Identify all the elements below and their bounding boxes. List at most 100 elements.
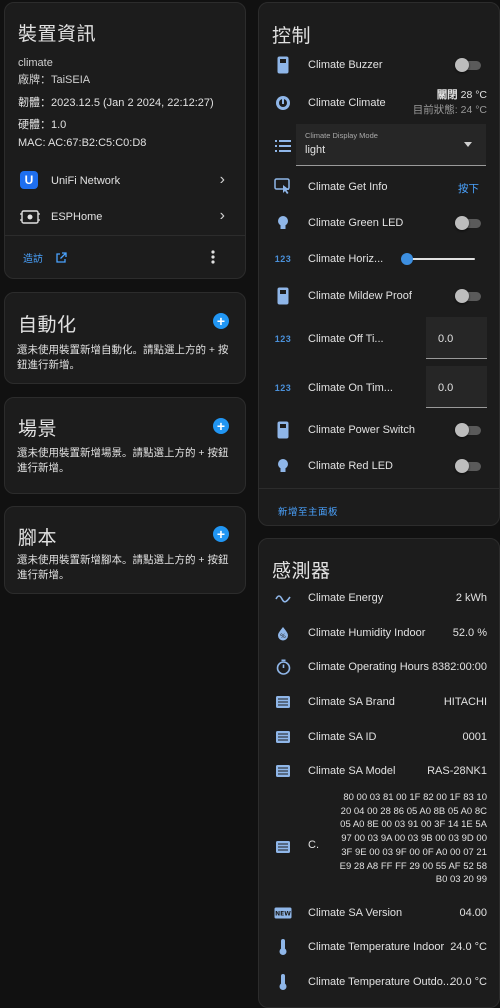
brand-label: Climate SA Brand (308, 696, 395, 708)
air-conditioner-icon (273, 837, 293, 857)
thermometer-icon (273, 937, 293, 957)
display-mode-select[interactable]: Climate Display Mode light (296, 124, 486, 166)
control-row-get-info: Climate Get Info 按下 (259, 175, 499, 199)
raw-value: 80 00 03 81 00 1F 82 00 1F 83 10 20 04 0… (340, 791, 487, 887)
device-manufacturer: 廠牌：TaiSEIA (18, 74, 91, 86)
add-automation-icon[interactable]: + (213, 313, 229, 329)
hours-value: 8382:00:00 (431, 661, 487, 673)
script-empty-text: 還未使用裝置新增腳本。請點選上方的 + 按鈕進行新增。 (17, 554, 229, 581)
dropdown-arrow-icon (464, 142, 472, 147)
humidity-label: Climate Humidity Indoor (308, 627, 426, 639)
temp-outdoor-value: 20.0 °C (450, 976, 487, 988)
chevron-right-icon: › (219, 171, 225, 188)
svg-text:%: % (280, 633, 286, 640)
sensors-title: 感測器 (272, 561, 331, 582)
control-row-horiz: 123 Climate Horiz... (259, 247, 499, 271)
esphome-label: ESPHome (51, 211, 103, 223)
add-scene-icon[interactable]: + (213, 418, 229, 434)
sensor-row-temp-outdoor[interactable]: Climate Temperature Outdo... 20.0 °C (259, 972, 499, 992)
power-label: Climate Power Switch (308, 424, 415, 436)
scene-card: 場景 + 還未使用裝置新增場景。請點選上方的 + 按鈕進行新增。 (4, 397, 246, 494)
more-options-icon[interactable] (211, 250, 215, 264)
sensors-card: 感測器 Climate Energy 2 kWh % Climate Humid… (258, 538, 500, 1008)
lightbulb-icon (273, 213, 293, 233)
device-info-card: 裝置資訊 climate 廠牌：TaiSEIA 韌體：2023.12.5 (Ja… (4, 2, 246, 279)
temp-indoor-label: Climate Temperature Indoor (308, 941, 445, 953)
control-card: 控制 Climate Buzzer Climate Climate 關閉 28 … (258, 2, 500, 526)
automation-empty-text: 還未使用裝置新增自動化。請點選上方的 + 按鈕進行新增。 (17, 344, 229, 371)
sensor-row-sa-model[interactable]: Climate SA Model RAS-28NK1 (259, 761, 499, 781)
device-mac: MAC: AC:67:B2:C5:C0:D8 (18, 137, 147, 149)
green-led-toggle[interactable] (455, 216, 483, 230)
unifi-network-link[interactable]: U UniFi Network › (5, 166, 245, 198)
sensor-row-sa-version[interactable]: NEW Climate SA Version 04.00 (259, 903, 499, 923)
control-row-on-timer: 123 Climate On Tim... 0.0 (259, 366, 499, 408)
climate-state: 關閉 28 °C (437, 87, 487, 102)
climate-label: Climate Climate (308, 97, 386, 109)
scene-empty-text: 還未使用裝置新增場景。請點選上方的 + 按鈕進行新增。 (17, 447, 229, 474)
horiz-slider-track (403, 258, 475, 260)
control-row-display-mode: Climate Display Mode light (259, 124, 499, 166)
air-conditioner-icon (273, 761, 293, 781)
device-hardware: 硬體：1.0 (18, 119, 67, 131)
svg-text:NEW: NEW (275, 911, 291, 918)
get-info-press-button[interactable]: 按下 (458, 181, 479, 196)
device-firmware: 韌體：2023.12.5 (Jan 2 2024, 22:12:27) (18, 97, 214, 109)
green-led-label: Climate Green LED (308, 217, 404, 229)
script-card: 腳本 + 還未使用裝置新增腳本。請點選上方的 + 按鈕進行新增。 (4, 506, 246, 594)
sensor-row-energy[interactable]: Climate Energy 2 kWh (259, 588, 499, 608)
add-script-icon[interactable]: + (213, 526, 229, 542)
control-title: 控制 (272, 26, 312, 47)
raw-value-line: 3F 9E 00 03 9F 00 0F A0 00 07 21 (341, 846, 487, 858)
sensor-row-humidity[interactable]: % Climate Humidity Indoor 52.0 % (259, 623, 499, 643)
climate-mode: 關閉 (436, 89, 458, 101)
air-conditioner-icon (273, 692, 293, 712)
on-timer-input[interactable]: 0.0 (426, 366, 487, 408)
raw-value-line: 20 04 00 28 86 05 A0 8B 05 A0 8C (340, 805, 487, 817)
control-row-buzzer: Climate Buzzer (259, 53, 499, 77)
red-led-label: Climate Red LED (308, 460, 393, 472)
number-icon: 123 (274, 383, 292, 393)
add-to-dashboard-button[interactable]: 新增至主面板 (278, 504, 338, 518)
raw-value-line: B0 03 20 99 (435, 874, 487, 886)
sensor-row-temp-indoor[interactable]: Climate Temperature Indoor 24.0 °C (259, 937, 499, 957)
sensor-row-hours[interactable]: Climate Operating Hours 8382:00:00 (259, 657, 499, 677)
off-timer-value: 0.0 (438, 333, 454, 345)
control-row-climate[interactable]: Climate Climate 關閉 28 °C 目前狀態: 24 °C (259, 87, 499, 119)
remote-icon (273, 420, 293, 440)
sensor-row-sa-id[interactable]: Climate SA ID 0001 (259, 727, 499, 747)
automation-card: 自動化 + 還未使用裝置新增自動化。請點選上方的 + 按鈕進行新增。 (4, 292, 246, 384)
red-led-toggle[interactable] (455, 459, 483, 473)
button-press-icon (273, 177, 293, 197)
esphome-icon (20, 210, 40, 224)
sensor-row-raw[interactable]: C. 80 00 03 81 00 1F 82 00 1F 83 10 20 0… (259, 791, 499, 905)
device-model: climate (18, 57, 53, 69)
control-row-off-timer: 123 Climate Off Ti... 0.0 (259, 317, 499, 359)
control-row-mildew: Climate Mildew Proof (259, 284, 499, 308)
visit-link[interactable]: 造訪 (23, 250, 67, 265)
divider (259, 488, 499, 489)
sa-model-label: Climate SA Model (308, 765, 396, 777)
esphome-link[interactable]: ESPHome › (5, 202, 245, 234)
horiz-slider[interactable] (401, 253, 475, 265)
off-timer-label: Climate Off Ti... (308, 333, 384, 345)
raw-value-line: E9 28 A8 FF FF 29 00 55 AF 52 58 (339, 860, 487, 872)
raw-value-line: 97 00 03 9A 00 03 9B 00 03 9D 00 (341, 833, 487, 845)
sa-model-value: RAS-28NK1 (427, 765, 487, 777)
humidity-value: 52.0 % (452, 627, 487, 639)
sensor-row-brand[interactable]: Climate SA Brand HITACHI (259, 692, 499, 712)
brand-value: HITACHI (443, 696, 487, 708)
remote-icon (273, 55, 293, 75)
horiz-slider-thumb[interactable] (401, 253, 413, 265)
chevron-right-icon: › (219, 207, 225, 224)
buzzer-toggle[interactable] (455, 58, 483, 72)
lightbulb-icon (273, 456, 293, 476)
sa-version-value: 04.00 (459, 907, 487, 919)
temp-indoor-value: 24.0 °C (450, 941, 487, 953)
automation-title: 自動化 (18, 315, 77, 336)
off-timer-input[interactable]: 0.0 (426, 317, 487, 359)
number-icon: 123 (274, 334, 292, 344)
power-toggle[interactable] (455, 423, 483, 437)
mildew-toggle[interactable] (455, 289, 483, 303)
on-timer-label: Climate On Tim... (308, 382, 393, 394)
